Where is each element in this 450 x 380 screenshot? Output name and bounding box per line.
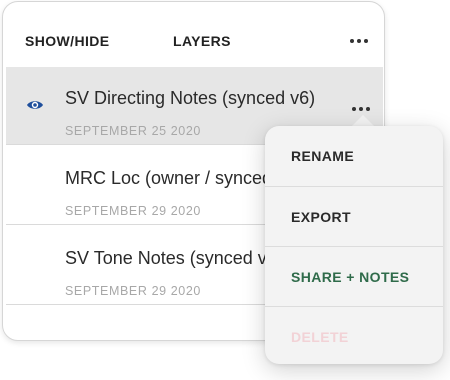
menu-item-delete: DELETE (265, 306, 443, 366)
tab-layers[interactable]: LAYERS (173, 33, 231, 49)
eye-icon[interactable] (26, 99, 44, 111)
menu-item-rename[interactable]: RENAME (265, 126, 443, 186)
layer-date: SEPTEMBER 29 2020 (65, 284, 201, 298)
layer-title: SV Tone Notes (synced v3) (65, 248, 283, 268)
layer-date: SEPTEMBER 29 2020 (65, 204, 201, 218)
tab-show-hide[interactable]: SHOW/HIDE (25, 33, 110, 49)
layer-context-menu: RENAME EXPORT SHARE + NOTES DELETE (265, 126, 443, 364)
header-more-icon[interactable] (350, 39, 368, 43)
layer-title: SV Directing Notes (synced v6) (65, 88, 316, 108)
panel-header: SHOW/HIDE LAYERS (3, 2, 384, 64)
layer-date: SEPTEMBER 25 2020 (65, 124, 201, 138)
layer-more-icon[interactable] (352, 107, 370, 111)
menu-item-share-notes[interactable]: SHARE + NOTES (265, 246, 443, 306)
menu-item-export[interactable]: EXPORT (265, 186, 443, 246)
